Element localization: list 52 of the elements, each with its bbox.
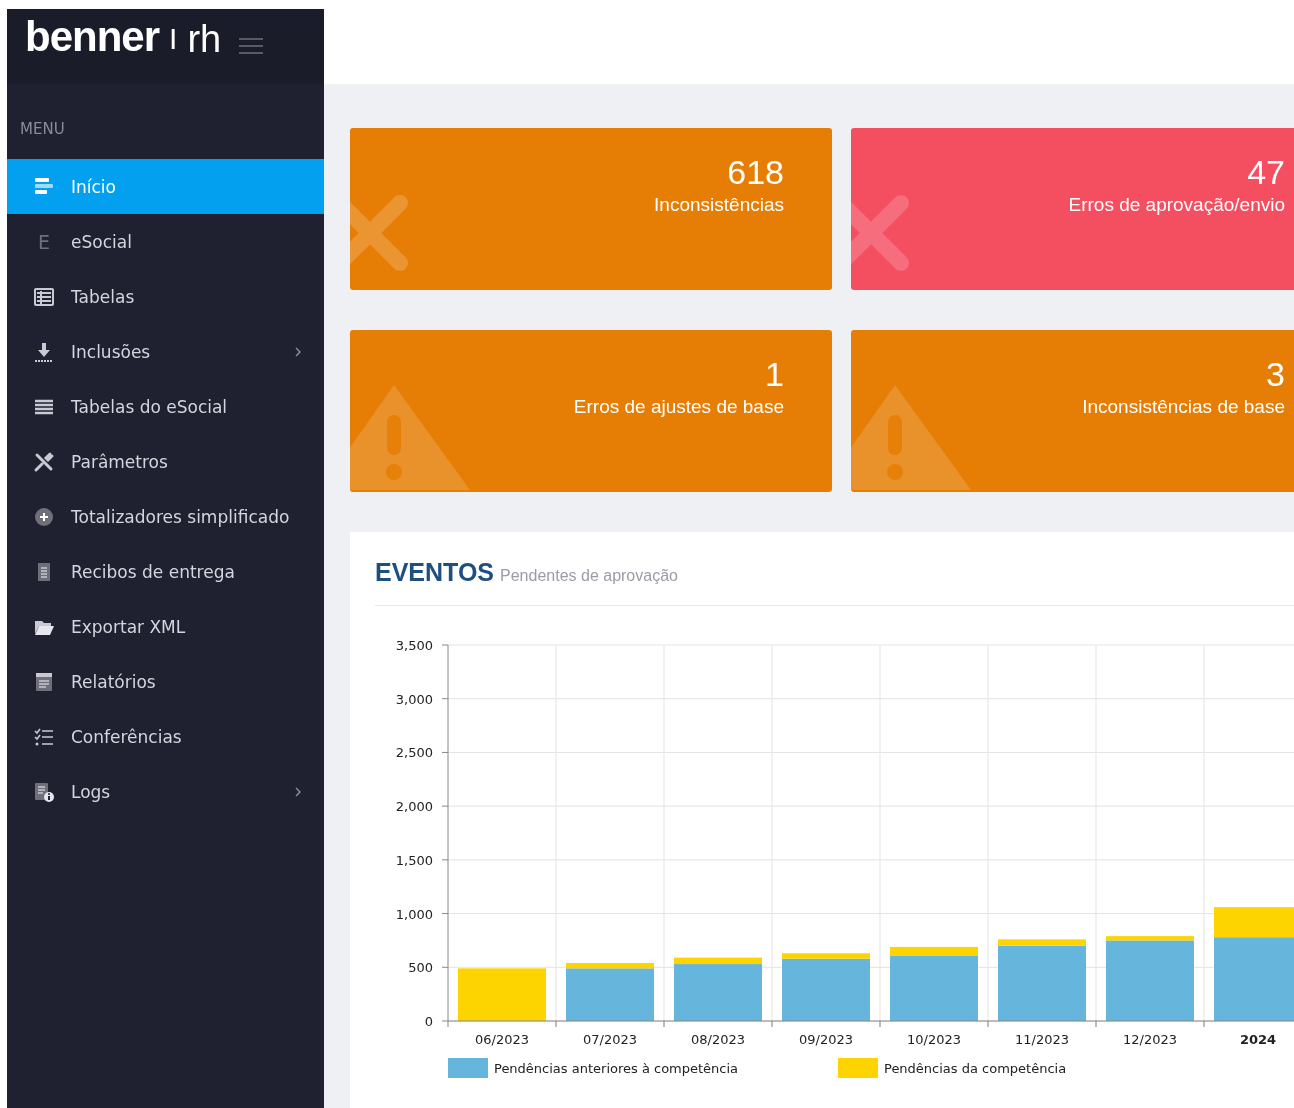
x-axis-label: 08/2023	[691, 1032, 745, 1047]
sidebar-item[interactable]: Tabelas do eSocial	[7, 379, 324, 434]
menu-icon	[239, 37, 264, 55]
stat-value: 618	[726, 152, 784, 193]
x-axis-label: 11/2023	[1015, 1032, 1069, 1047]
y-axis-label: 2,500	[395, 745, 433, 761]
stat-value: 3	[1265, 354, 1285, 395]
brand-logo: benner	[25, 13, 160, 61]
section-subtitle: Pendentes de aprovação	[500, 567, 678, 585]
menu-button[interactable]	[239, 37, 264, 55]
y-axis-label: 1,500	[395, 852, 433, 868]
menu-item-icon	[33, 285, 55, 308]
stat-value: 47	[1246, 152, 1285, 193]
sidebar-item[interactable]: E eSocial	[7, 214, 324, 269]
y-axis-label: 1,000	[395, 906, 433, 922]
menu-heading: MENU	[19, 119, 66, 140]
stat-label: Inconsistências de base	[1082, 396, 1285, 418]
x-axis-label: 2024	[1239, 1032, 1277, 1047]
x-axis-label: 12/2023	[1123, 1032, 1177, 1047]
sidebar-item[interactable]: Relatórios	[7, 654, 324, 709]
y-axis-label: 500	[408, 960, 433, 976]
menu-item-icon	[33, 340, 55, 363]
sidebar-item[interactable]: Tabelas	[7, 269, 324, 324]
stat-label: Erros de aprovação/envio	[1068, 194, 1285, 216]
product-name: rh	[187, 17, 222, 62]
stat-value: 1	[764, 354, 784, 395]
menu-item-icon	[33, 505, 55, 528]
menu-item-icon	[33, 450, 55, 473]
sidebar-item[interactable]: Exportar XML	[7, 599, 324, 654]
y-axis-label: 3,000	[395, 691, 433, 707]
x-axis-label: 10/2023	[907, 1032, 961, 1047]
y-axis-label: 3,500	[395, 638, 433, 653]
legend-label: Pendências anteriores à competência	[494, 1061, 739, 1076]
sidebar-item[interactable]: Totalizadores simplificado	[7, 489, 324, 544]
sidebar-item[interactable]: Conferências	[7, 709, 324, 764]
letter-icon: E	[33, 230, 55, 253]
sidebar-item[interactable]: Recibos de entrega	[7, 544, 324, 599]
menu-item-icon	[33, 780, 55, 803]
y-axis-label: 0	[424, 1014, 433, 1029]
stat-label: Inconsistências	[654, 194, 784, 216]
x-axis-label: 06/2023	[475, 1032, 529, 1047]
section-title: EVENTOS	[375, 558, 495, 587]
legend-label: Pendências da competência	[884, 1061, 1067, 1076]
logo-separator: I	[169, 21, 178, 57]
stat-label: Erros de ajustes de base	[573, 396, 784, 418]
sidebar-item[interactable]: Inclusões	[7, 324, 324, 379]
x-axis-label: 09/2023	[799, 1032, 853, 1047]
y-axis-label: 2,000	[395, 799, 433, 815]
x-axis-label: 07/2023	[583, 1032, 637, 1047]
sidebar-item[interactable]: Logs	[7, 764, 324, 819]
sidebar-item[interactable]: Parâmetros	[7, 434, 324, 489]
menu-item-icon	[33, 670, 55, 693]
